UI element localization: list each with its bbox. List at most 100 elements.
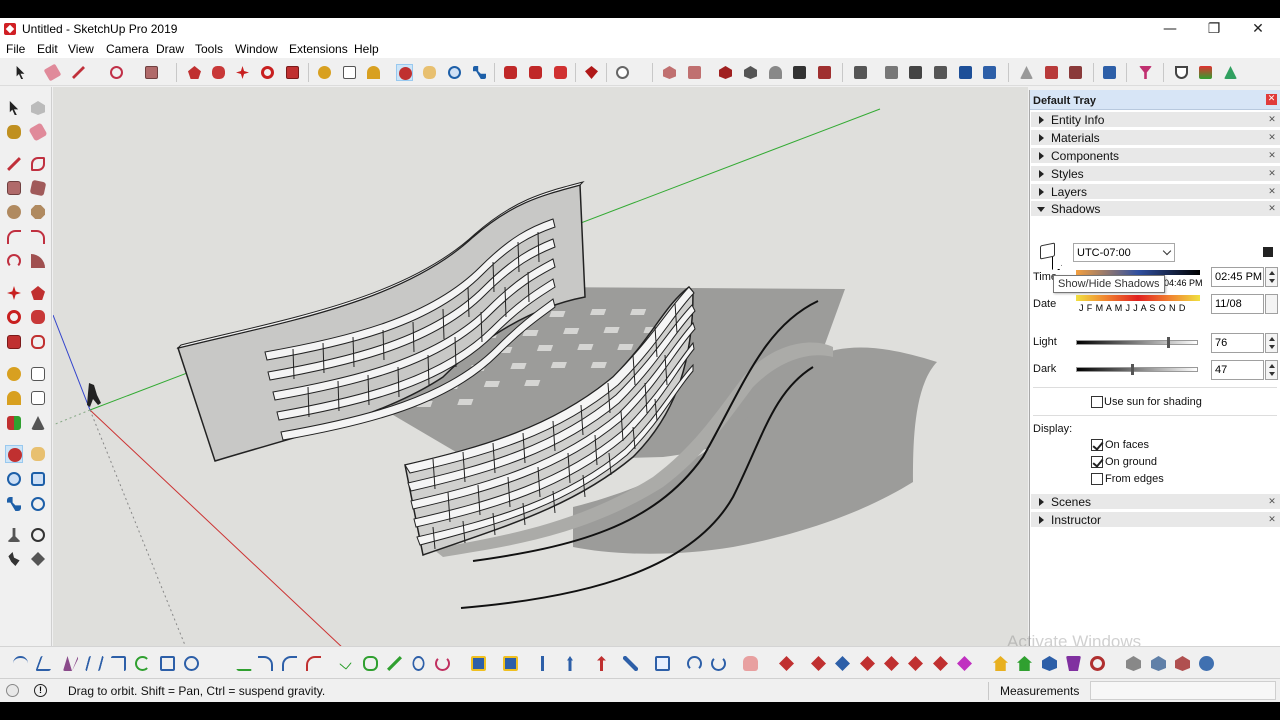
rect-curve-icon[interactable] [159, 655, 176, 672]
dark-slider-thumb[interactable] [1131, 364, 1134, 375]
arc-red-icon[interactable] [305, 655, 322, 672]
rotate-tool-icon[interactable] [259, 64, 276, 81]
light-slider-track[interactable] [1076, 340, 1198, 345]
from-edges-checkbox[interactable] [1091, 473, 1103, 485]
house-green-icon[interactable] [1016, 655, 1033, 672]
solid-tools-icon[interactable] [1173, 64, 1190, 81]
layers-blue-icon[interactable] [1150, 655, 1167, 672]
tray-close-icon[interactable]: ✕ [1266, 94, 1277, 105]
panel-close-icon[interactable]: ✕ [1267, 115, 1277, 125]
back-view-icon[interactable] [767, 64, 784, 81]
panel-styles[interactable]: Styles ✕ [1031, 166, 1280, 182]
house-blue-icon[interactable] [1041, 655, 1058, 672]
bottom-view-icon[interactable] [816, 64, 833, 81]
drop-variant-7-icon[interactable] [956, 655, 973, 672]
zoom-window-icon[interactable] [29, 470, 47, 488]
arrows-blue-icon[interactable] [566, 655, 583, 672]
maximize-button[interactable]: ❐ [1192, 18, 1236, 40]
edit-curve-icon[interactable] [386, 655, 403, 672]
drop-variant-4-icon[interactable] [883, 655, 900, 672]
paint-bucket-icon[interactable] [5, 123, 23, 141]
menu-file[interactable]: File [6, 42, 25, 56]
menu-window[interactable]: Window [235, 42, 278, 56]
top-view-icon[interactable] [686, 64, 703, 81]
light-slider-thumb[interactable] [1167, 337, 1170, 348]
scale-box-2-icon[interactable] [502, 655, 519, 672]
dark-input[interactable]: 47 [1211, 360, 1264, 380]
circle-tool-icon[interactable] [5, 203, 23, 221]
select-tool-icon[interactable] [12, 64, 29, 81]
date-input[interactable]: 11/08 [1211, 294, 1264, 314]
offset-curve-icon[interactable] [434, 655, 451, 672]
polyline-tool-icon[interactable] [84, 655, 105, 672]
push-pull-icon[interactable] [186, 64, 203, 81]
time-spinner[interactable] [1265, 267, 1278, 287]
sandbox-drape-icon[interactable] [1067, 64, 1084, 81]
scale-tool-icon[interactable] [284, 64, 301, 81]
drop-variant-5-icon[interactable] [907, 655, 924, 672]
orbit-tool-icon[interactable] [396, 64, 413, 81]
layers-grey-icon[interactable] [1125, 655, 1142, 672]
panel-close-icon[interactable]: ✕ [1267, 169, 1277, 179]
left-view-icon[interactable] [791, 64, 808, 81]
lasso-select-icon[interactable] [108, 64, 125, 81]
line-tool-icon[interactable] [5, 155, 23, 173]
flip-box-icon[interactable] [654, 655, 671, 672]
eraser-tool-icon[interactable] [28, 122, 48, 142]
panel-close-icon[interactable]: ✕ [1267, 497, 1277, 507]
push-pull-icon[interactable] [29, 284, 47, 302]
tape-measure-icon[interactable] [316, 64, 333, 81]
close-button[interactable]: ✕ [1236, 18, 1280, 40]
geolocation-icon[interactable] [6, 684, 19, 697]
sandbox-smoove-icon[interactable] [1018, 64, 1035, 81]
time-input[interactable]: 02:45 PM [1211, 267, 1264, 287]
light-spinner[interactable] [1265, 333, 1278, 353]
location-icon[interactable] [1137, 64, 1154, 81]
sandbox-stamp-icon[interactable] [1043, 64, 1060, 81]
iso-view-icon[interactable] [661, 64, 678, 81]
protractor-icon[interactable] [5, 389, 23, 407]
three-point-arc-icon[interactable] [5, 252, 23, 270]
date-slider-track[interactable] [1076, 295, 1200, 301]
layers-red-icon[interactable] [1174, 655, 1191, 672]
panel-details-icon[interactable] [1263, 247, 1273, 257]
panel-close-icon[interactable]: ✕ [1267, 204, 1277, 214]
use-sun-checkbox[interactable] [1091, 396, 1103, 408]
drop-tool-icon[interactable] [778, 655, 795, 672]
menu-view[interactable]: View [68, 42, 94, 56]
menu-edit[interactable]: Edit [37, 42, 58, 56]
arc-open-icon[interactable] [257, 655, 274, 672]
wireframe-style-icon[interactable] [883, 64, 900, 81]
rotated-rectangle-icon[interactable] [29, 179, 47, 197]
orbit-tool-icon[interactable] [5, 445, 23, 463]
polygon-tool-icon[interactable] [29, 203, 47, 221]
arc-left-icon[interactable] [281, 655, 298, 672]
position-camera-icon[interactable] [5, 526, 23, 544]
menu-tools[interactable]: Tools [195, 42, 223, 56]
zoom-extents-icon[interactable] [5, 495, 23, 513]
check-curve-icon[interactable] [337, 655, 354, 672]
protractor-icon[interactable] [365, 64, 382, 81]
on-ground-checkbox[interactable] [1091, 456, 1103, 468]
circle-curve-icon[interactable] [183, 655, 200, 672]
zigzag-curve-icon[interactable] [228, 655, 253, 672]
pie-tool-icon[interactable] [29, 252, 47, 270]
zoom-extents-icon[interactable] [471, 64, 488, 81]
arc-curve-icon[interactable] [134, 655, 151, 672]
zoom-tool-icon[interactable] [446, 64, 463, 81]
follow-me-icon[interactable] [29, 308, 47, 326]
scale-tool-icon[interactable] [5, 333, 23, 351]
shapes-icon[interactable] [1197, 64, 1214, 81]
ruby-console-icon[interactable] [583, 64, 600, 81]
textured-style-icon[interactable] [957, 64, 974, 81]
freehand-tool-icon[interactable] [29, 155, 47, 173]
menu-draw[interactable]: Draw [156, 42, 184, 56]
rectangle-tool-icon[interactable] [143, 64, 160, 81]
account-icon[interactable] [614, 64, 631, 81]
minimize-button[interactable]: — [1148, 18, 1192, 40]
panel-shadows[interactable]: Shadows ✕ [1031, 201, 1280, 217]
follow-me-icon[interactable] [210, 64, 227, 81]
select-tool-icon[interactable] [5, 99, 23, 117]
drop-variant-6-icon[interactable] [932, 655, 949, 672]
hand-tool-icon[interactable] [742, 655, 759, 672]
